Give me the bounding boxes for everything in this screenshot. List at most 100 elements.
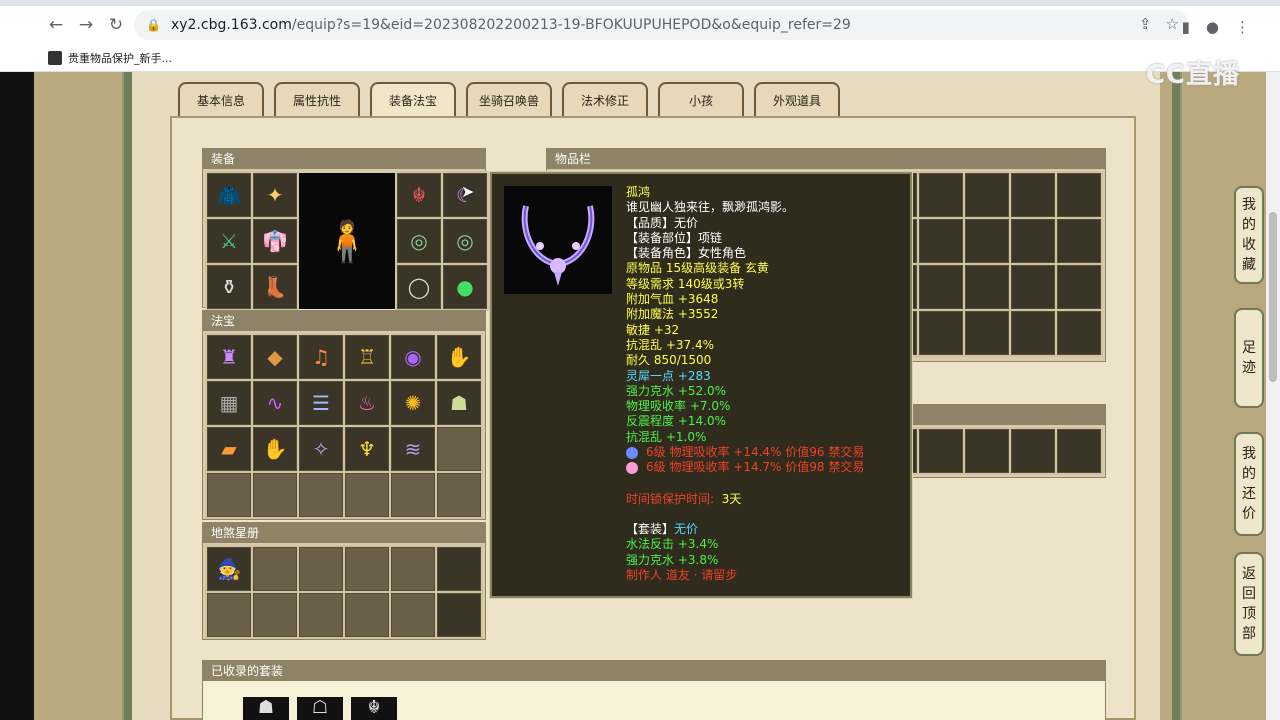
item-maker: 制作人 道友 · 请留步 [626, 567, 738, 582]
equip-slot[interactable]: ✦ [253, 173, 297, 217]
set-thumb[interactable]: ☗ [243, 697, 289, 720]
favorites-button[interactable]: 我的收藏 [1234, 186, 1264, 284]
gem-text-2: 6级 物理吸收率 +14.7% 价值98 禁交易 [646, 460, 865, 475]
fabao-slot[interactable]: ≋ [391, 427, 435, 471]
side-button-char: 价 [1242, 506, 1256, 522]
item-slot-empty[interactable] [1057, 219, 1101, 263]
tab-5[interactable]: 小孩 [658, 82, 744, 116]
star-book-slot-empty [391, 547, 435, 591]
footprint-button[interactable]: 足迹 [1234, 308, 1264, 408]
side-button-char: 足 [1242, 340, 1256, 356]
star-book-box: 地煞星册 🧙 [202, 522, 486, 640]
item-slot-empty[interactable] [1057, 429, 1101, 473]
profile-icon[interactable]: ● [1206, 18, 1219, 36]
item-slot-empty[interactable] [965, 173, 1009, 217]
star-book-slot[interactable]: 🧙 [207, 547, 251, 591]
item-slot-empty[interactable] [1011, 265, 1055, 309]
item-durability: 耐久 850/1500 [626, 353, 712, 368]
url-path: /equip?s=19&eid=202308202200213-19-BFOKU… [291, 17, 851, 33]
tab-1[interactable]: 属性抗性 [274, 82, 360, 116]
fabao-slot-empty [299, 473, 343, 517]
tab-2[interactable]: 装备法宝 [370, 82, 456, 116]
fabao-slot-empty [437, 427, 481, 471]
fabao-slot[interactable]: ✧ [299, 427, 343, 471]
item-slot-empty[interactable] [919, 173, 963, 217]
equip-slot[interactable]: ☬ [397, 173, 441, 217]
side-button-char: 还 [1242, 486, 1256, 502]
bookmark-star-icon[interactable]: ☆ [1166, 15, 1179, 33]
gem-row-2: 6级 物理吸收率 +14.7% 价值98 禁交易 [626, 460, 906, 475]
item-slot-empty[interactable] [919, 219, 963, 263]
gem-row-1: 6级 物理吸收率 +14.4% 价值96 禁交易 [626, 445, 906, 460]
item-slot-empty[interactable] [919, 429, 963, 473]
equip-slot[interactable]: ● [443, 265, 487, 309]
fabao-slot[interactable]: ∿ [253, 381, 297, 425]
fabao-slot[interactable]: ◉ [391, 335, 435, 379]
fabao-slot[interactable]: ☗ [437, 381, 481, 425]
menu-icon[interactable]: ⋮ [1235, 18, 1250, 36]
fabao-slot[interactable]: ▦ [207, 381, 251, 425]
reload-icon[interactable]: ↻ [102, 11, 130, 39]
character-portrait: 🧍 [299, 173, 395, 309]
set-row: 【套装】无价 [626, 522, 906, 537]
equip-slot[interactable]: 👢 [253, 265, 297, 309]
tab-3[interactable]: 坐骑召唤兽 [466, 82, 552, 116]
fabao-slot[interactable]: ✋ [437, 335, 481, 379]
fabao-slot[interactable]: ◆ [253, 335, 297, 379]
item-slot-empty[interactable] [965, 219, 1009, 263]
item-slot: 【装备部位】项链 [626, 230, 723, 245]
item-slot-empty[interactable] [1011, 311, 1055, 355]
tab-0[interactable]: 基本信息 [178, 82, 264, 116]
star-book-slot-empty [253, 547, 297, 591]
equip-slot[interactable]: ◎ [443, 219, 487, 263]
item-slot-empty[interactable] [1057, 311, 1101, 355]
address-bar[interactable]: 🔒 xy2.cbg.163.com/equip?s=19&eid=2023082… [134, 10, 1189, 40]
item-slot-empty[interactable] [965, 311, 1009, 355]
fabao-slot[interactable]: ✺ [391, 381, 435, 425]
equip-slot[interactable]: 👘 [253, 219, 297, 263]
back-to-top-button[interactable]: 返回顶部 [1234, 552, 1264, 656]
tab-4[interactable]: 法术修正 [562, 82, 648, 116]
fabao-slot[interactable]: ♨ [345, 381, 389, 425]
item-source: 原物品 15级高级装备 玄黄 [626, 261, 769, 276]
item-slot-empty[interactable] [1011, 173, 1055, 217]
fabao-slot-empty [207, 473, 251, 517]
item-role: 【装备角色】女性角色 [626, 246, 747, 261]
scrollbar-thumb[interactable] [1269, 212, 1277, 382]
item-anti-chaos: 抗混乱 +37.4% [626, 337, 714, 352]
item-slot-empty[interactable] [1057, 265, 1101, 309]
sidepanel-icon[interactable]: ▮ [1182, 18, 1190, 36]
share-icon[interactable]: ⇪ [1139, 15, 1152, 33]
fabao-slot[interactable]: ♆ [345, 427, 389, 471]
item-slot-empty[interactable] [1011, 219, 1055, 263]
equip-slot[interactable]: ⚱ [207, 265, 251, 309]
fabao-slot[interactable]: ▰ [207, 427, 251, 471]
tab-bar: 基本信息 属性抗性 装备法宝 坐骑召唤兽 法术修正 小孩 外观道具 [178, 82, 840, 116]
item-slot-empty[interactable] [919, 311, 963, 355]
scrollbar[interactable] [1266, 72, 1280, 720]
back-icon[interactable]: ← [42, 11, 70, 39]
item-slot-empty[interactable] [965, 429, 1009, 473]
forward-icon[interactable]: → [72, 11, 100, 39]
my-offers-button[interactable]: 我的还价 [1234, 432, 1264, 536]
fabao-slot[interactable]: ♫ [299, 335, 343, 379]
tab-6[interactable]: 外观道具 [754, 82, 840, 116]
bookmark-item[interactable]: 贵重物品保护_新手... [68, 50, 172, 66]
set-thumb[interactable]: ☬ [351, 697, 397, 720]
protect-row: 时间锁保护时间: 3天 [626, 492, 906, 507]
equip-slot[interactable]: ◯ [397, 265, 441, 309]
fabao-slot[interactable]: ☰ [299, 381, 343, 425]
fabao-slot[interactable]: ♜ [207, 335, 251, 379]
item-slot-empty[interactable] [1057, 173, 1101, 217]
star-book-slot-empty [207, 593, 251, 637]
item-slot-empty[interactable] [919, 265, 963, 309]
set-thumb[interactable]: ☖ [297, 697, 343, 720]
fabao-slot[interactable]: ✋ [253, 427, 297, 471]
item-slot-empty[interactable] [1011, 429, 1055, 473]
equip-slot[interactable]: 🧥 [207, 173, 251, 217]
item-counter: 反震程度 +14.0% [626, 414, 726, 429]
fabao-slot[interactable]: ♖ [345, 335, 389, 379]
equip-slot[interactable]: ⚔ [207, 219, 251, 263]
item-slot-empty[interactable] [965, 265, 1009, 309]
equip-slot[interactable]: ◎ [397, 219, 441, 263]
